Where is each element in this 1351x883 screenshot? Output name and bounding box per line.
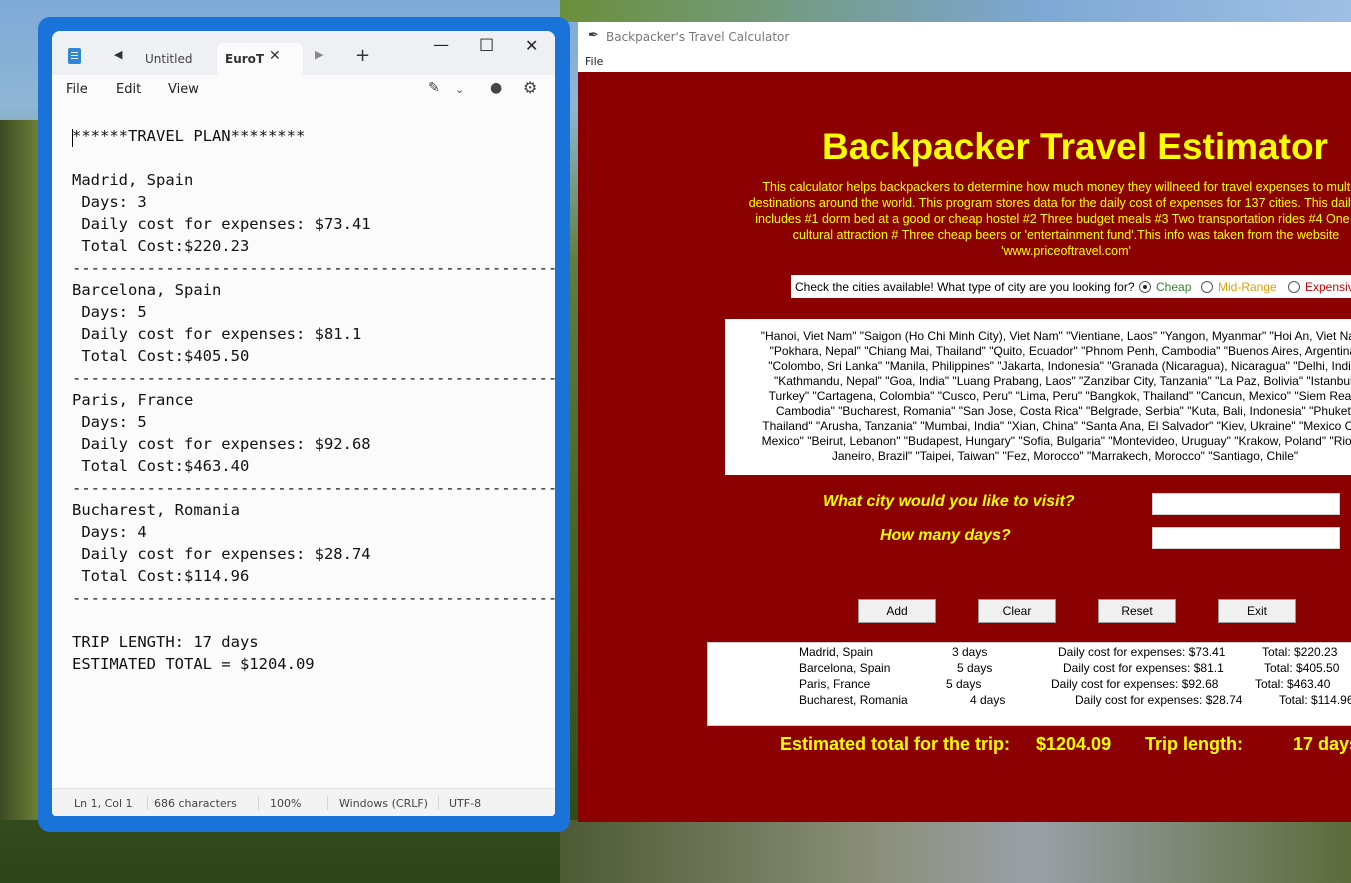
gear-icon[interactable]: ⚙ [523, 78, 537, 97]
row-daily-cost: Daily cost for expenses: $81.1 [1063, 661, 1224, 675]
text-caret [72, 129, 73, 147]
results-list: Madrid, Spain 3 days Daily cost for expe… [707, 642, 1351, 726]
status-line-ending[interactable]: Windows (CRLF) [339, 797, 428, 810]
menu-view[interactable]: View [168, 82, 199, 97]
minimize-icon[interactable]: — [433, 35, 449, 54]
notepad-window: ◀ Untitled EuroT ✕ ▶ + — ☐ ✕ File Edit V… [52, 31, 555, 816]
calculator-titlebar[interactable]: ✒ Backpacker's Travel Calculator [578, 22, 1351, 52]
city-type-panel: Check the cities available! What type of… [791, 275, 1351, 298]
table-row: Paris, France 5 days Daily cost for expe… [708, 677, 1351, 693]
tab-label: EuroT [225, 52, 265, 66]
row-city: Paris, France [799, 677, 871, 691]
days-input[interactable] [1152, 527, 1340, 549]
notepad-statusbar: Ln 1, Col 1 686 characters 100% Windows … [52, 788, 555, 816]
reset-button[interactable]: Reset [1098, 599, 1176, 623]
radio-expensive-label[interactable]: Expensive [1305, 280, 1351, 294]
row-days: 5 days [946, 677, 982, 691]
menu-file[interactable]: File [585, 55, 603, 68]
close-icon[interactable]: ✕ [525, 36, 538, 55]
row-city: Barcelona, Spain [799, 661, 891, 675]
row-total: Total: $114.96 [1279, 693, 1351, 707]
chevron-left-icon[interactable]: ◀ [114, 48, 122, 61]
row-total: Total: $405.50 [1264, 661, 1340, 675]
row-city: Bucharest, Romania [799, 693, 908, 707]
status-divider [438, 796, 439, 810]
close-icon[interactable]: ✕ [269, 48, 281, 64]
row-daily-cost: Daily cost for expenses: $92.68 [1051, 677, 1219, 691]
table-row: Barcelona, Spain 5 days Daily cost for e… [708, 661, 1351, 677]
status-characters: 686 characters [154, 797, 237, 810]
notepad-titlebar[interactable]: ◀ Untitled EuroT ✕ ▶ + — ☐ ✕ [52, 31, 555, 75]
wallpaper-sky [560, 0, 1351, 22]
status-divider [147, 796, 148, 810]
cities-list-box: "Hanoi, Viet Nam" "Saigon (Ho Chi Minh C… [725, 319, 1351, 475]
feather-icon: ✒ [588, 28, 599, 43]
plus-icon[interactable]: + [355, 45, 370, 66]
account-icon[interactable]: ● [490, 80, 502, 96]
radio-mid-range[interactable] [1201, 281, 1213, 293]
description-text: This calculator helps backpackers to det… [748, 180, 1351, 258]
days-prompt-label: How many days? [880, 527, 1011, 544]
estimated-total-value: $1204.09 [1036, 734, 1112, 754]
row-city: Madrid, Spain [799, 645, 874, 659]
maximize-icon[interactable]: ☐ [479, 36, 494, 56]
window-title: Backpacker's Travel Calculator [606, 30, 790, 44]
calculator-window: ✒ Backpacker's Travel Calculator File Ba… [578, 22, 1351, 822]
status-zoom[interactable]: 100% [270, 797, 301, 810]
add-button[interactable]: Add [858, 599, 936, 623]
row-days: 3 days [952, 645, 988, 659]
table-row: Bucharest, Romania 4 days Daily cost for… [708, 693, 1351, 709]
chevron-down-icon[interactable]: ⌄ [455, 83, 464, 96]
trip-length-value: 17 days [1293, 734, 1351, 754]
wallpaper-waterfall [560, 820, 1351, 883]
menu-edit[interactable]: Edit [116, 82, 141, 97]
calculator-menubar: File [578, 52, 1351, 72]
copilot-icon[interactable]: ✎ [428, 80, 440, 96]
status-position[interactable]: Ln 1, Col 1 [74, 797, 133, 810]
tab-eurot[interactable]: EuroT [217, 43, 303, 75]
clear-button[interactable]: Clear [978, 599, 1056, 623]
city-prompt-label: What city would you like to visit? [823, 493, 1075, 510]
row-days: 5 days [957, 661, 993, 675]
row-daily-cost: Daily cost for expenses: $28.74 [1075, 693, 1243, 707]
city-type-question: Check the cities available! What type of… [795, 280, 1135, 294]
row-daily-cost: Daily cost for expenses: $73.41 [1058, 645, 1226, 659]
status-encoding[interactable]: UTF-8 [449, 797, 481, 810]
row-total: Total: $220.23 [1262, 645, 1338, 659]
city-input[interactable] [1152, 493, 1340, 515]
menu-file[interactable]: File [66, 82, 88, 97]
exit-button[interactable]: Exit [1218, 599, 1296, 623]
notepad-icon [68, 48, 81, 64]
row-total: Total: $463.40 [1255, 677, 1331, 691]
row-days: 4 days [970, 693, 1006, 707]
chevron-right-icon[interactable]: ▶ [315, 48, 323, 61]
table-row: Madrid, Spain 3 days Daily cost for expe… [708, 645, 1351, 661]
estimated-total-label: Estimated total for the trip: [780, 734, 1011, 754]
radio-cheap-label[interactable]: Cheap [1156, 280, 1191, 294]
status-divider [327, 796, 328, 810]
cities-list: "Hanoi, Viet Nam" "Saigon (Ho Chi Minh C… [760, 329, 1351, 463]
trip-length-label: Trip length: [1145, 734, 1243, 754]
notepad-text-area[interactable]: ******TRAVEL PLAN******** Madrid, Spain … [72, 125, 555, 785]
radio-cheap[interactable] [1139, 281, 1151, 293]
radio-expensive[interactable] [1288, 281, 1300, 293]
status-divider [258, 796, 259, 810]
page-title: Backpacker Travel Estimator [822, 126, 1328, 167]
radio-mid-range-label[interactable]: Mid-Range [1218, 280, 1277, 294]
tab-label: Untitled [145, 52, 193, 66]
